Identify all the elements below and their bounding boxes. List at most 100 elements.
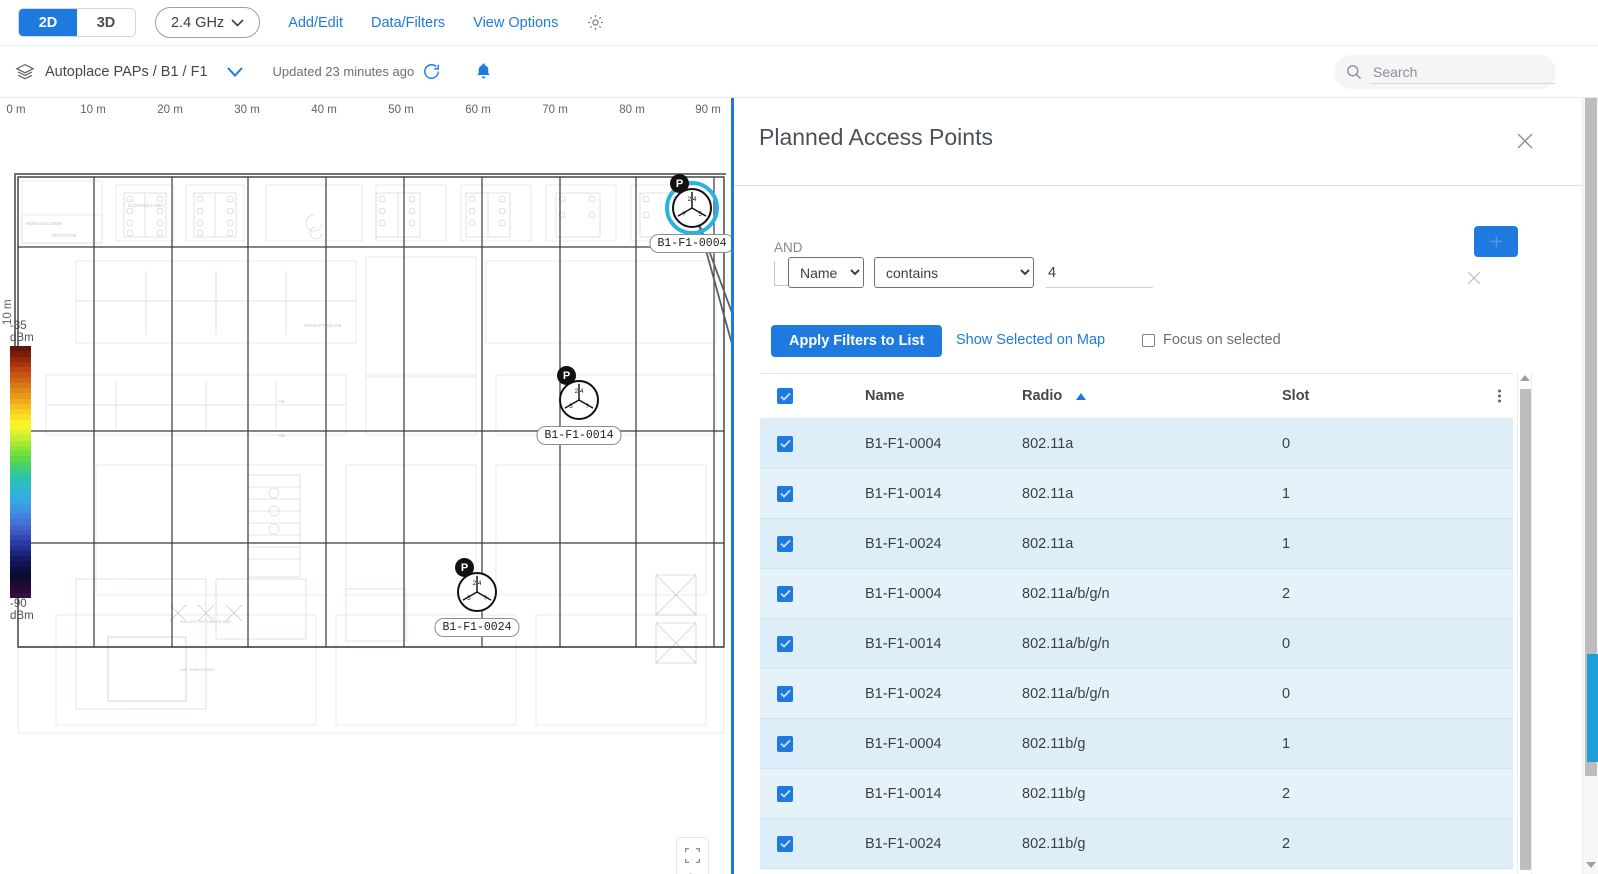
svg-text:RESTROOM: RESTROOM [52,233,77,238]
row-checkbox[interactable] [777,535,793,552]
table-row[interactable]: B1-F1-0024 802.11a 1 [760,519,1513,569]
close-icon[interactable] [1516,132,1534,150]
band-selector[interactable]: 2.4 GHz [155,7,261,38]
cell-slot: 2 [1282,585,1291,602]
cell-radio: 802.11b/g [1022,835,1086,852]
table-scrollbar-thumb[interactable] [1520,389,1531,870]
map-canvas[interactable]: ELEVATOR LOBBY WORKABLE DESK RESTROOM OP… [0,98,731,874]
table-row[interactable]: B1-F1-0004 802.11a/b/g/n 2 [760,569,1513,619]
breadcrumb-chevron-down-icon[interactable] [225,66,245,78]
focus-on-selected-checkbox[interactable] [1142,333,1155,347]
search-input[interactable] [1371,60,1556,84]
table-row[interactable]: B1-F1-0014 802.11b/g 2 [760,769,1513,819]
row-checkbox[interactable] [777,785,793,802]
filter-group-label: AND [774,240,803,255]
show-selected-on-map-link[interactable]: Show Selected on Map [956,332,1105,348]
view-mode-2d[interactable]: 2D [19,9,77,36]
breadcrumb-bar: Autoplace PAPs / B1 / F1 Updated 23 minu… [0,46,1598,98]
table-row[interactable]: B1-F1-0004 802.11a 0 [760,419,1513,469]
x-tick-3: 30 m [234,104,260,116]
cell-radio: 802.11a/b/g/n [1022,585,1110,602]
x-tick-0: 0 m [6,104,26,116]
column-header-slot[interactable]: Slot [1282,388,1309,404]
view-mode-toggle[interactable]: 2D 3D [18,8,136,37]
page-scroll-down-arrow[interactable] [1585,862,1596,868]
filter-field-select[interactable]: Name [788,257,864,288]
x-tick-1: 10 m [80,104,106,116]
cell-radio: 802.11b/g [1022,735,1086,752]
cell-radio: 802.11b/g [1022,785,1086,802]
ap-planned-badge: P [455,558,474,577]
filter-value-input[interactable] [1046,258,1153,288]
add-filter-button[interactable] [1474,226,1518,257]
refresh-icon[interactable] [422,62,441,81]
svg-text:OPEN OFFICE LAB: OPEN OFFICE LAB [304,323,342,328]
svg-text:?: ? [682,211,686,218]
table-body: B1-F1-0004 802.11a 0 B1-F1-0014 802.11a 1 B1-F… [760,419,1513,874]
table-row[interactable]: B1-F1-0014 802.11a 1 [760,469,1513,519]
more-vertical-icon[interactable] [1498,389,1501,403]
cell-radio: 802.11a [1022,485,1074,502]
apply-filters-button[interactable]: Apply Filters to List [771,325,943,357]
row-checkbox[interactable] [777,735,793,752]
rssi-legend-min: -90 dBm [10,598,34,623]
cell-slot: 2 [1282,835,1291,852]
svg-text:?: ? [483,595,487,602]
svg-text:2.4: 2.4 [688,196,697,203]
table-row[interactable]: B1-F1-0004 802.11b/g 1 [760,719,1513,769]
toolbar-link-view-options[interactable]: View Options [473,15,558,31]
cell-name: B1-F1-0004 [865,435,942,452]
svg-text:2.4: 2.4 [575,388,584,395]
column-header-radio[interactable]: Radio [1022,388,1062,404]
svg-text:ELEVATOR LOBBY: ELEVATOR LOBBY [128,203,165,208]
row-checkbox[interactable] [777,585,793,602]
view-mode-3d[interactable]: 3D [77,9,135,36]
row-checkbox[interactable] [777,835,793,852]
column-header-name[interactable]: Name [865,388,905,404]
cell-slot: 1 [1282,735,1291,752]
filter-operator-select[interactable]: contains [874,257,1034,288]
ap-label: B1-F1-0024 [434,618,520,637]
page-scrollbar[interactable] [1582,98,1598,874]
ap-planned-badge: P [557,366,576,385]
page-title: Planned Access Points [759,124,993,150]
chevron-down-icon [231,18,244,27]
cell-radio: 802.11a/b/g/n [1022,685,1110,702]
row-checkbox[interactable] [777,635,793,652]
x-tick-2: 20 m [157,104,183,116]
select-all-checkbox[interactable] [777,388,793,404]
page-scrollbar-highlight[interactable] [1587,654,1598,762]
svg-text:A/B: A/B [278,433,285,438]
search-box[interactable] [1334,55,1556,89]
toolbar-link-data-filters[interactable]: Data/Filters [371,15,445,31]
x-tick-7: 70 m [542,104,568,116]
table-row[interactable]: B1-F1-0024 802.11a/b/g/n 0 [760,669,1513,719]
table-scroll-up-arrow[interactable] [1519,375,1530,381]
table-row[interactable]: B1-F1-0014 802.11a/b/g/n 0 [760,619,1513,669]
toolbar-link-add-edit[interactable]: Add/Edit [288,15,343,31]
cell-slot: 1 [1282,485,1291,502]
fit-to-screen-icon[interactable] [684,847,701,864]
table-row[interactable]: B1-F1-0024 802.11b/g 2 [760,819,1513,869]
row-checkbox[interactable] [777,685,793,702]
remove-filter-button[interactable] [1466,270,1482,286]
sort-ascending-icon[interactable] [1076,387,1086,405]
ap-sector-circle: 2.4 5 ? [672,188,712,228]
focus-on-selected-toggle[interactable]: Focus on selected [1142,332,1281,348]
svg-text:?: ? [585,403,589,410]
floor-plan-drawing: ELEVATOR LOBBY WORKABLE DESK RESTROOM OP… [17,176,725,734]
breadcrumb[interactable]: Autoplace PAPs / B1 / F1 [45,64,208,80]
svg-text:DIM. DIMENSIONS: DIM. DIMENSIONS [180,667,215,672]
cell-slot: 0 [1282,435,1291,452]
map-ruler-horizontal: 0 m 10 m 20 m 30 m 40 m 50 m 60 m 70 m 8… [0,98,731,126]
x-tick-8: 80 m [619,104,645,116]
cell-slot: 2 [1282,785,1291,802]
cell-name: B1-F1-0004 [865,585,942,602]
row-checkbox[interactable] [777,485,793,502]
gear-icon[interactable] [586,13,605,32]
cell-slot: 0 [1282,635,1291,652]
bell-icon[interactable] [475,62,492,81]
cell-name: B1-F1-0024 [865,685,942,702]
row-checkbox[interactable] [777,435,793,452]
table-scrollbar[interactable] [1517,373,1532,874]
